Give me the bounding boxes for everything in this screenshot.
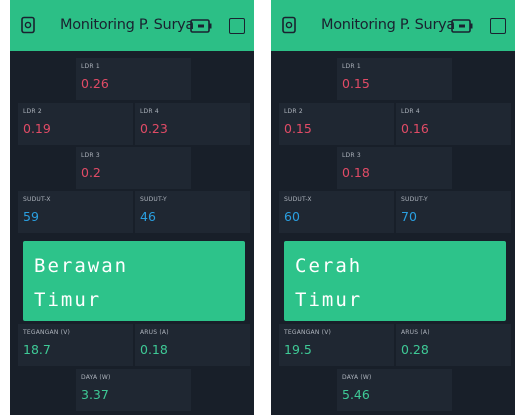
dashboard-panel-right: Monitoring P. Surya LDR 1 0.15 LDR 2 0.1…: [271, 0, 515, 415]
ldr3-widget[interactable]: LDR 3 0.18: [337, 147, 452, 189]
sudut-y-label: SUDUT-Y: [140, 196, 167, 203]
ldr2-value: 0.19: [23, 121, 51, 136]
sudut-y-value: 46: [140, 209, 156, 224]
device-icon[interactable]: [280, 16, 298, 34]
ldr2-value: 0.15: [284, 121, 312, 136]
sudut-x-widget[interactable]: SUDUT-X 60: [279, 191, 394, 233]
lcd-display[interactable]: Cerah Timur: [284, 241, 506, 321]
daya-value: 5.46: [342, 387, 370, 402]
ldr2-widget[interactable]: LDR 2 0.19: [18, 103, 133, 145]
tegangan-label: TEGANGAN (V): [284, 329, 332, 336]
sudut-x-value: 59: [23, 209, 39, 224]
daya-value: 3.37: [81, 387, 109, 402]
ldr4-value: 0.23: [140, 121, 168, 136]
lcd-line-2: Timur: [34, 289, 102, 311]
daya-widget[interactable]: DAYA (W) 3.37: [76, 369, 191, 411]
lcd-display[interactable]: Berawan Timur: [23, 241, 245, 321]
ldr4-widget[interactable]: LDR 4 0.16: [396, 103, 511, 145]
battery-icon[interactable]: [190, 19, 212, 33]
ldr1-widget[interactable]: LDR 1 0.26: [76, 58, 191, 100]
ldr2-label: LDR 2: [284, 108, 303, 115]
arus-label: ARUS (A): [140, 329, 169, 336]
arus-widget[interactable]: ARUS (A) 0.18: [135, 324, 250, 366]
ldr4-label: LDR 4: [401, 108, 420, 115]
battery-icon[interactable]: [451, 19, 473, 33]
ldr3-value: 0.2: [81, 165, 101, 180]
app-header: Monitoring P. Surya: [271, 0, 515, 51]
sudut-y-widget[interactable]: SUDUT-Y 70: [396, 191, 511, 233]
ldr1-label: LDR 1: [81, 63, 100, 70]
device-icon[interactable]: [19, 16, 37, 34]
lcd-line-1: Berawan: [34, 255, 129, 277]
tegangan-widget[interactable]: TEGANGAN (V) 19.5: [279, 324, 394, 366]
sudut-x-label: SUDUT-X: [284, 196, 312, 203]
daya-label: DAYA (W): [342, 374, 372, 381]
tegangan-value: 19.5: [284, 342, 312, 357]
ldr1-widget[interactable]: LDR 1 0.15: [337, 58, 452, 100]
lcd-line-2: Timur: [295, 289, 363, 311]
ldr3-label: LDR 3: [81, 152, 100, 159]
ldr1-value: 0.15: [342, 76, 370, 91]
sudut-x-value: 60: [284, 209, 300, 224]
arus-widget[interactable]: ARUS (A) 0.28: [396, 324, 511, 366]
sudut-x-widget[interactable]: SUDUT-X 59: [18, 191, 133, 233]
ldr3-label: LDR 3: [342, 152, 361, 159]
sudut-y-widget[interactable]: SUDUT-Y 46: [135, 191, 250, 233]
ldr1-label: LDR 1: [342, 63, 361, 70]
page-title: Monitoring P. Surya: [321, 17, 455, 33]
ldr4-label: LDR 4: [140, 108, 159, 115]
daya-label: DAYA (W): [81, 374, 111, 381]
tegangan-label: TEGANGAN (V): [23, 329, 71, 336]
daya-widget[interactable]: DAYA (W) 5.46: [337, 369, 452, 411]
ldr3-value: 0.18: [342, 165, 370, 180]
ldr4-value: 0.16: [401, 121, 429, 136]
arus-value: 0.28: [401, 342, 429, 357]
lcd-line-1: Cerah: [295, 255, 363, 277]
app-header: Monitoring P. Surya: [10, 0, 254, 51]
sudut-y-value: 70: [401, 209, 417, 224]
sudut-x-label: SUDUT-X: [23, 196, 51, 203]
tegangan-widget[interactable]: TEGANGAN (V) 18.7: [18, 324, 133, 366]
arus-label: ARUS (A): [401, 329, 430, 336]
page-title: Monitoring P. Surya: [60, 17, 194, 33]
ldr3-widget[interactable]: LDR 3 0.2: [76, 147, 191, 189]
dashboard-panel-left: Monitoring P. Surya LDR 1 0.26 LDR 2 0.1…: [10, 0, 254, 415]
sudut-y-label: SUDUT-Y: [401, 196, 428, 203]
arus-value: 0.18: [140, 342, 168, 357]
ldr4-widget[interactable]: LDR 4 0.23: [135, 103, 250, 145]
square-icon[interactable]: [229, 18, 245, 34]
ldr2-label: LDR 2: [23, 108, 42, 115]
ldr1-value: 0.26: [81, 76, 109, 91]
ldr2-widget[interactable]: LDR 2 0.15: [279, 103, 394, 145]
tegangan-value: 18.7: [23, 342, 51, 357]
square-icon[interactable]: [490, 18, 506, 34]
